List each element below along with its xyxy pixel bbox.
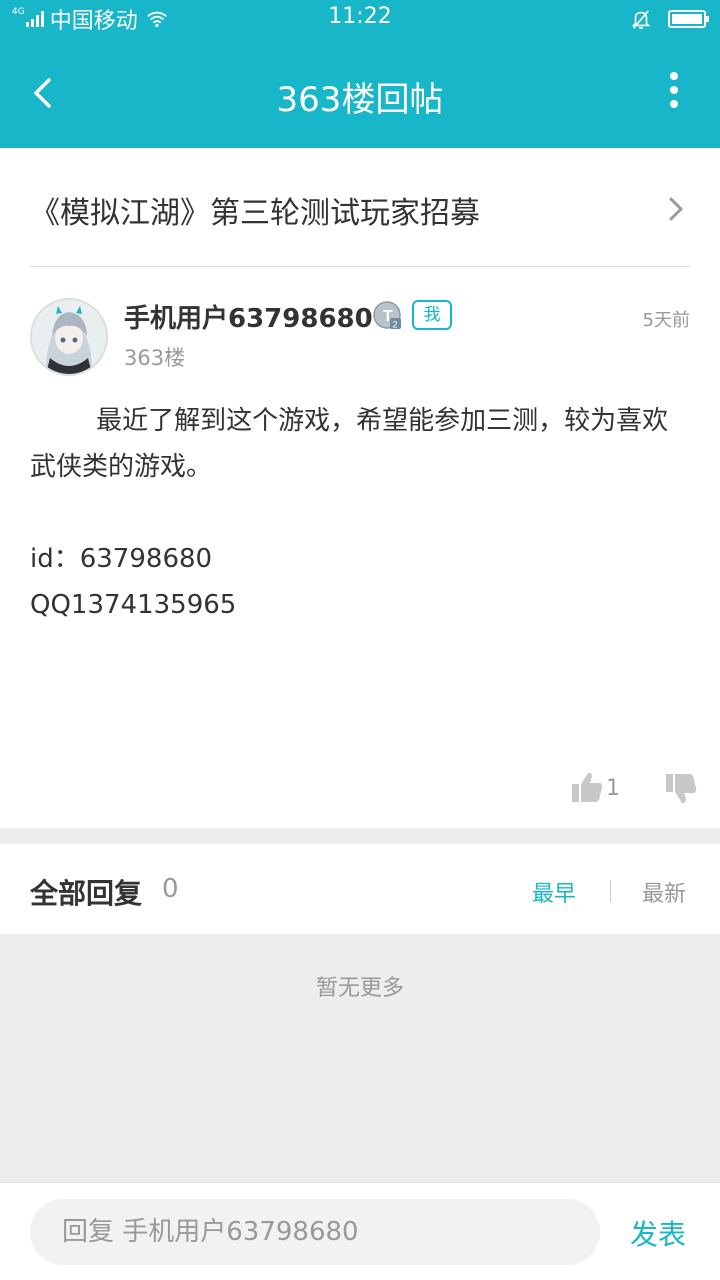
section-separator bbox=[0, 828, 720, 844]
post-username[interactable]: 手机用户63798680 bbox=[124, 298, 373, 335]
sort-divider bbox=[610, 880, 611, 902]
avatar[interactable] bbox=[30, 298, 108, 376]
replies-title: 全部回复 bbox=[30, 877, 143, 910]
post-content: 最近了解到这个游戏，希望能参加三测，较为喜欢武侠类的游戏。 id：6379868… bbox=[30, 398, 690, 628]
like-count: 1 bbox=[606, 776, 620, 801]
level-badge-icon: T 2 bbox=[373, 301, 401, 330]
svg-text:2: 2 bbox=[393, 320, 398, 330]
reply-input[interactable] bbox=[30, 1199, 600, 1265]
status-right bbox=[630, 8, 709, 30]
post-body: 最近了解到这个游戏，希望能参加三测，较为喜欢武侠类的游戏。 id：6379868… bbox=[30, 406, 669, 620]
page-title: 363楼回帖 bbox=[276, 80, 444, 120]
sort-latest-button[interactable]: 最新 bbox=[642, 876, 686, 908]
topic-link[interactable]: 《模拟江湖》第三轮测试玩家招募 bbox=[0, 148, 720, 268]
battery-icon bbox=[668, 10, 709, 28]
avatar-image bbox=[32, 300, 106, 374]
more-options-icon[interactable] bbox=[668, 72, 680, 112]
reply-bar: 发表 bbox=[0, 1182, 720, 1280]
status-bar: 4G 中国移动 11:22 bbox=[0, 0, 720, 38]
me-badge: 我 bbox=[412, 300, 452, 330]
post-time: 5天前 bbox=[642, 310, 690, 331]
sort-earliest-button[interactable]: 最早 bbox=[532, 876, 576, 908]
no-more-text: 暂无更多 bbox=[315, 976, 404, 1001]
chevron-right-icon bbox=[669, 197, 683, 221]
replies-empty-area: 暂无更多 bbox=[0, 934, 720, 1182]
bell-muted-icon bbox=[631, 10, 651, 29]
topic-title: 《模拟江湖》第三轮测试玩家招募 bbox=[30, 196, 480, 231]
title-bar: 363楼回帖 bbox=[0, 38, 720, 148]
replies-header: 全部回复 0 最早 最新 bbox=[0, 844, 720, 934]
floor-number: 363楼 bbox=[124, 346, 186, 370]
send-button[interactable]: 发表 bbox=[630, 1213, 686, 1253]
thumbs-up-icon[interactable] bbox=[570, 770, 604, 804]
thumbs-down-icon[interactable] bbox=[664, 772, 698, 806]
status-time: 11:22 bbox=[328, 4, 392, 29]
divider bbox=[30, 266, 690, 267]
replies-count: 0 bbox=[162, 874, 179, 904]
